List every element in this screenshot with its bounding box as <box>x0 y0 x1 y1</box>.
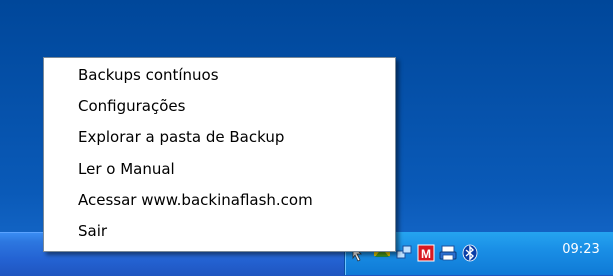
network-icon[interactable] <box>395 244 413 262</box>
svg-text:M: M <box>421 247 431 261</box>
menu-item-explorar-pasta-backup[interactable]: Explorar a pasta de Backup <box>46 124 393 150</box>
menu-item-backups-continuos[interactable]: Backups contínuos <box>46 62 393 88</box>
menu-item-ler-manual[interactable]: Ler o Manual <box>46 156 393 182</box>
bluetooth-icon[interactable] <box>461 244 479 262</box>
taskbar-clock[interactable]: 09:23 <box>553 240 609 260</box>
context-menu: Backups contínuos Configurações Explorar… <box>43 57 396 252</box>
menu-item-sair[interactable]: Sair <box>46 218 393 244</box>
mcafee-icon[interactable]: M <box>417 244 435 262</box>
menu-item-acessar-site[interactable]: Acessar www.backinaflash.com <box>46 187 393 213</box>
printer-icon[interactable] <box>439 244 457 262</box>
menu-item-configuracoes[interactable]: Configurações <box>46 93 393 119</box>
